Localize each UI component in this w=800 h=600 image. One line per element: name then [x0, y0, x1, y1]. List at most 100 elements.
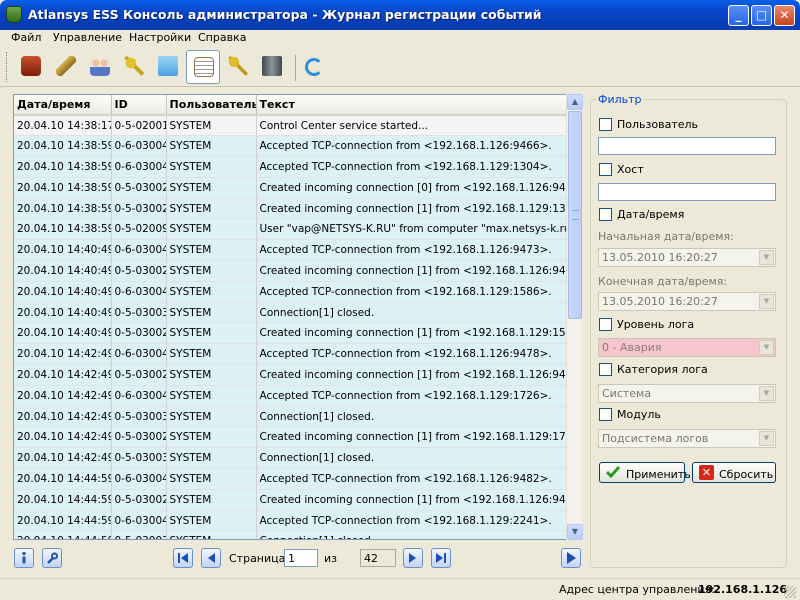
- table-row[interactable]: 20.04.10 14:42:49 0-5-03003 SYSTEM Connecti…: [14, 406, 568, 428]
- cell-user: SYSTEM: [166, 156, 257, 178]
- table-row[interactable]: 20.04.10 14:38:17 0-5-02001 SYSTEM Control …: [14, 115, 568, 137]
- cell-user: SYSTEM: [166, 385, 257, 407]
- next-page-button[interactable]: [403, 548, 423, 568]
- chevron-down-icon[interactable]: ▼: [759, 250, 774, 265]
- table-row[interactable]: 20.04.10 14:44:590-5-03003SYSTEMConnecti…: [14, 530, 568, 539]
- cell-datetime: 20.04.10 14:44:59: [14, 468, 112, 490]
- cell-text: Accepted TCP-connection from <192.168.1.…: [256, 468, 568, 490]
- scroll-down-button[interactable]: ▼: [567, 524, 583, 540]
- scroll-up-button[interactable]: ▲: [567, 94, 583, 110]
- refresh-button[interactable]: [297, 50, 331, 84]
- maximize-button[interactable]: □: [751, 5, 772, 26]
- table-row[interactable]: 20.04.10 14:42:49 0-5-03003 SYSTEM Connecti…: [14, 447, 568, 470]
- log-scrollbar[interactable]: ▲ ▼: [566, 94, 583, 540]
- apply-button[interactable]: Применить: [599, 462, 691, 483]
- table-row[interactable]: 20.04.10 14:44:59 0-6-03004 SYSTEM Accepted…: [14, 468, 568, 490]
- cell-datetime: 20.04.10 14:42:49: [14, 364, 112, 386]
- category-select[interactable]: Система ▼: [598, 384, 776, 403]
- edit-button[interactable]: [49, 50, 83, 84]
- security-bag-button[interactable]: [14, 50, 48, 84]
- table-row[interactable]: 20.04.10 14:44:59 0-5-03002 SYSTEM Created …: [14, 489, 568, 511]
- host-filter-input[interactable]: [598, 183, 776, 201]
- resize-grip[interactable]: [784, 586, 796, 598]
- column-header-id[interactable]: ID: [111, 95, 167, 116]
- level-select[interactable]: 0 - Авария ▼: [598, 338, 776, 357]
- user-filter-checkbox[interactable]: [599, 118, 612, 131]
- table-row[interactable]: 20.04.10 14:38:59 0-5-03002 SYSTEM Created …: [14, 198, 568, 220]
- column-header-text[interactable]: Текст: [256, 95, 568, 116]
- first-page-button[interactable]: [173, 548, 193, 568]
- menu-manage[interactable]: Управление: [53, 31, 122, 44]
- cell-text: Created incoming connection [1] from <19…: [256, 322, 568, 345]
- module-select[interactable]: Подсистема логов ▼: [598, 429, 776, 448]
- app-icon: [6, 6, 22, 23]
- close-button[interactable]: ✕: [774, 5, 795, 26]
- table-row[interactable]: 20.04.10 14:44:59 0-6-03004 SYSTEM Accepted…: [14, 510, 568, 532]
- hosts-button[interactable]: [151, 50, 185, 84]
- last-page-button[interactable]: [431, 548, 451, 568]
- table-row[interactable]: 20.04.10 14:40:49 0-5-03002 SYSTEM Created …: [14, 322, 568, 345]
- cell-id: 0-5-03002: [111, 198, 167, 220]
- refresh-icon: [305, 58, 323, 76]
- cell-user: SYSTEM: [166, 281, 257, 303]
- chevron-down-icon[interactable]: ▼: [759, 431, 774, 446]
- table-row[interactable]: 20.04.10 14:38:59 0-6-03004 SYSTEM Accepted…: [14, 156, 568, 178]
- go-button[interactable]: [561, 548, 581, 568]
- reset-button-label: Сбросить: [719, 467, 774, 481]
- table-row[interactable]: 20.04.10 14:42:49 0-5-03002 SYSTEM Created …: [14, 364, 568, 386]
- reset-button[interactable]: ✕ Сбросить: [692, 462, 776, 483]
- page-number-input[interactable]: [284, 549, 318, 567]
- menu-file[interactable]: Файл: [11, 31, 41, 44]
- module-filter-checkbox[interactable]: [599, 408, 612, 421]
- table-row[interactable]: 20.04.10 14:40:49 0-5-03002 SYSTEM Created …: [14, 260, 568, 282]
- license-key-button[interactable]: [221, 50, 255, 84]
- column-header-datetime[interactable]: Дата/время: [14, 95, 112, 116]
- cell-datetime: 20.04.10 14:44:59: [14, 530, 112, 539]
- event-log-button[interactable]: [186, 50, 220, 84]
- user-filter-label: Пользователь: [617, 118, 699, 131]
- chevron-down-icon[interactable]: ▼: [759, 340, 774, 355]
- cell-text: Accepted TCP-connection from <192.168.1.…: [256, 135, 568, 158]
- cell-id: 0-6-03004: [111, 156, 167, 178]
- chevron-down-icon[interactable]: ▼: [759, 386, 774, 401]
- category-filter-checkbox[interactable]: [599, 363, 612, 376]
- end-date-value: 13.05.2010 16:20:27: [602, 295, 718, 308]
- keys-button[interactable]: [117, 50, 151, 84]
- previous-page-button[interactable]: [201, 548, 221, 568]
- table-row[interactable]: 20.04.10 14:40:49 0-5-03003 SYSTEM Connecti…: [14, 302, 568, 324]
- level-filter-checkbox[interactable]: [599, 318, 612, 331]
- cell-datetime: 20.04.10 14:38:59: [14, 135, 112, 158]
- menu-settings[interactable]: Настройки: [129, 31, 191, 44]
- table-row[interactable]: 20.04.10 14:42:49 0-6-03004 SYSTEM Accepted…: [14, 385, 568, 407]
- toolbar-grip: [6, 52, 9, 82]
- users-button[interactable]: [83, 50, 117, 84]
- end-date-picker[interactable]: 13.05.2010 16:20:27 ▼: [598, 292, 776, 311]
- cell-text: Accepted TCP-connection from <192.168.1.…: [256, 281, 568, 303]
- scroll-thumb[interactable]: [568, 111, 582, 319]
- minimize-button[interactable]: _: [728, 5, 749, 26]
- table-row[interactable]: 20.04.10 14:38:59 0-5-02009 SYSTEM User "va…: [14, 218, 568, 241]
- cell-text: Accepted TCP-connection from <192.168.1.…: [256, 239, 568, 262]
- start-date-picker[interactable]: 13.05.2010 16:20:27 ▼: [598, 248, 776, 267]
- table-row[interactable]: 20.04.10 14:40:49 0-6-03004 SYSTEM Accepted…: [14, 239, 568, 262]
- host-filter-checkbox[interactable]: [599, 163, 612, 176]
- info-button[interactable]: [14, 548, 34, 568]
- table-row[interactable]: 20.04.10 14:38:59 0-6-03004 SYSTEM Accepted…: [14, 135, 568, 158]
- table-row[interactable]: 20.04.10 14:42:49 0-6-03004 SYSTEM Accepted…: [14, 343, 568, 366]
- page-of-label: из: [324, 552, 337, 565]
- user-filter-input[interactable]: [598, 137, 776, 155]
- column-header-user[interactable]: Пользователь: [166, 95, 257, 116]
- chevron-down-icon[interactable]: ▼: [759, 294, 774, 309]
- cell-datetime: 20.04.10 14:38:17: [14, 115, 112, 137]
- tools-button[interactable]: [42, 548, 62, 568]
- table-row[interactable]: 20.04.10 14:42:49 0-5-03002 SYSTEM Created …: [14, 426, 568, 449]
- menu-help[interactable]: Справка: [198, 31, 246, 44]
- table-row[interactable]: 20.04.10 14:40:49 0-6-03004 SYSTEM Accepted…: [14, 281, 568, 303]
- cell-user: SYSTEM: [166, 489, 257, 511]
- table-row[interactable]: 20.04.10 14:38:59 0-5-03002 SYSTEM Created …: [14, 177, 568, 199]
- cell-datetime: 20.04.10 14:42:49: [14, 385, 112, 407]
- cell-text: Connection[1] closed.: [256, 530, 568, 539]
- cell-id: 0-6-03004: [111, 281, 167, 303]
- date-filter-checkbox[interactable]: [599, 208, 612, 221]
- modules-button[interactable]: [255, 50, 289, 84]
